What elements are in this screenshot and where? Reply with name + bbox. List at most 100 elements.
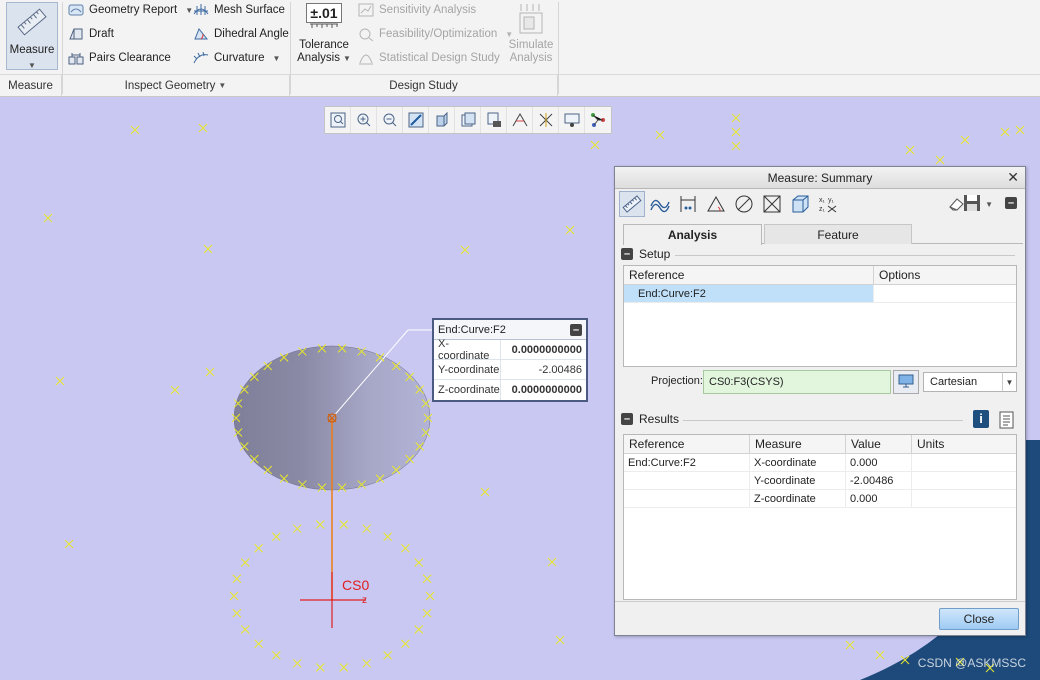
- measure-callout[interactable]: End:Curve:F2 – X-coordinate 0.0000000000 …: [432, 318, 588, 402]
- callout-row: X-coordinate 0.0000000000: [434, 338, 586, 362]
- table-row[interactable]: Z-coordinate 0.000: [624, 490, 1016, 508]
- draft-icon: [68, 27, 84, 41]
- chevron-down-icon: ▼: [185, 5, 194, 15]
- curve-length-icon[interactable]: [647, 191, 673, 217]
- refit-icon[interactable]: [325, 107, 351, 133]
- group-inspect-text: Inspect Geometry: [124, 79, 216, 92]
- perspective-icon[interactable]: [507, 107, 533, 133]
- table-header: Reference Measure Value Units: [624, 435, 1016, 454]
- table-row[interactable]: Y-coordinate -2.00486: [624, 472, 1016, 490]
- datum-point-marker: [292, 524, 302, 534]
- callout-title: End:Curve:F2: [438, 323, 506, 336]
- annotation-display-icon[interactable]: [559, 107, 585, 133]
- mesh-surface-button[interactable]: Mesh Surface: [193, 3, 285, 17]
- view-manager-icon[interactable]: [481, 107, 507, 133]
- measure-cell: Z-coordinate: [750, 490, 846, 507]
- column-header: Reference: [624, 435, 750, 453]
- feasibility-optimization-button[interactable]: Feasibility/Optimization ▼: [358, 27, 513, 41]
- coordinate-type-value: Cartesian: [930, 376, 978, 388]
- callout-key: Z-coordinate: [434, 380, 501, 400]
- datum-point-marker: [555, 635, 565, 645]
- group-measure-text: Measure: [8, 79, 53, 92]
- spin-center-icon[interactable]: [585, 107, 611, 133]
- datum-point-marker: [254, 543, 263, 553]
- datum-point-marker: [731, 141, 741, 151]
- svg-text:z₁: z₁: [819, 206, 826, 213]
- simulate-label-1: Simulate: [508, 39, 554, 51]
- table-header: Reference Options: [624, 266, 1016, 285]
- diameter-icon[interactable]: [731, 191, 757, 217]
- close-button[interactable]: Close: [939, 608, 1019, 630]
- info-icon[interactable]: i: [973, 410, 989, 428]
- svg-text:x₁: x₁: [819, 197, 826, 204]
- tab-feature[interactable]: Feature: [764, 224, 912, 244]
- repaint-icon[interactable]: [403, 107, 429, 133]
- statistical-design-study-button[interactable]: Statistical Design Study: [358, 51, 500, 65]
- collapse-icon[interactable]: –: [570, 323, 582, 336]
- options-cell[interactable]: [874, 285, 1016, 302]
- value-cell: 0.000: [846, 454, 912, 471]
- angle-icon[interactable]: [703, 191, 729, 217]
- group-label-inspect[interactable]: Inspect Geometry ▼: [62, 74, 290, 96]
- coordinate-icon[interactable]: x₁ y₁ z₁: [815, 191, 841, 217]
- save-menu[interactable]: ▼: [962, 193, 993, 216]
- collapse-icon: –: [621, 248, 633, 260]
- results-section-header[interactable]: – Results: [621, 412, 679, 426]
- mesh-surface-icon: [193, 3, 209, 17]
- reference-cell[interactable]: End:Curve:F2: [624, 285, 874, 302]
- curvature-button[interactable]: Curvature ▼: [193, 51, 280, 65]
- close-icon[interactable]: ✕: [1007, 169, 1019, 186]
- projection-reference-field[interactable]: CS0:F3(CSYS): [703, 370, 891, 394]
- geometry-report-button[interactable]: Geometry Report ▼: [68, 3, 193, 17]
- setup-label: Setup: [639, 247, 671, 261]
- distance-icon[interactable]: [675, 191, 701, 217]
- datum-point-marker: [254, 639, 263, 649]
- report-icon[interactable]: [999, 411, 1015, 432]
- datum-display-icon[interactable]: [533, 107, 559, 133]
- display-style-icon[interactable]: [429, 107, 455, 133]
- svg-text:y₁: y₁: [828, 197, 835, 204]
- tab-analysis[interactable]: Analysis: [623, 224, 762, 245]
- measure-button[interactable]: Measure ▼: [6, 2, 58, 70]
- datum-point-marker: [205, 367, 215, 377]
- simulate-icon: [517, 3, 545, 35]
- zoom-in-icon[interactable]: [351, 107, 377, 133]
- zoom-out-icon[interactable]: [377, 107, 403, 133]
- column-header: Options: [879, 268, 921, 282]
- statistical-icon: [358, 51, 374, 65]
- reference-cell: [624, 490, 750, 507]
- saved-orientations-icon[interactable]: [455, 107, 481, 133]
- datum-point-marker: [1015, 125, 1025, 135]
- collapse-icon[interactable]: –: [1005, 197, 1017, 209]
- dialog-title-bar[interactable]: Measure: Summary ✕: [615, 167, 1025, 189]
- save-icon: [962, 193, 982, 216]
- units-cell: [912, 454, 1016, 471]
- table-row[interactable]: End:Curve:F2 X-coordinate 0.000: [624, 454, 1016, 472]
- draft-label: Draft: [89, 28, 114, 40]
- feasibility-label: Feasibility/Optimization: [379, 28, 498, 40]
- datum-point-marker: [292, 658, 302, 668]
- datum-point-marker: [547, 557, 557, 567]
- datum-point-marker: [203, 244, 213, 254]
- table-row[interactable]: End:Curve:F2: [624, 285, 1016, 303]
- datum-point-marker: [198, 123, 208, 133]
- volume-icon[interactable]: [787, 191, 813, 217]
- draft-button[interactable]: Draft: [68, 27, 114, 41]
- select-csys-button[interactable]: [893, 370, 919, 394]
- pairs-clearance-button[interactable]: Pairs Clearance: [68, 51, 171, 65]
- monitor-icon: [898, 374, 914, 391]
- simulate-analysis-button[interactable]: Simulate Analysis: [506, 3, 556, 69]
- tolerance-analysis-button[interactable]: ±.01 Tolerance Analysis ▼: [296, 3, 352, 69]
- datum-point-marker: [315, 663, 325, 672]
- length-tool-icon[interactable]: [619, 191, 645, 217]
- sensitivity-analysis-button[interactable]: Sensitivity Analysis: [358, 3, 476, 17]
- datum-point-marker: [339, 520, 349, 529]
- divider: [675, 255, 1015, 256]
- transform-icon[interactable]: [759, 191, 785, 217]
- dihedral-angle-button[interactable]: Dihedral Angle: [193, 27, 289, 41]
- tolerance-label-2: Analysis: [297, 52, 340, 64]
- ruler-icon: [15, 5, 49, 39]
- coordinate-type-select[interactable]: Cartesian ▼: [923, 372, 1017, 392]
- column-header: Measure: [750, 435, 846, 453]
- setup-section-header[interactable]: – Setup: [621, 247, 670, 261]
